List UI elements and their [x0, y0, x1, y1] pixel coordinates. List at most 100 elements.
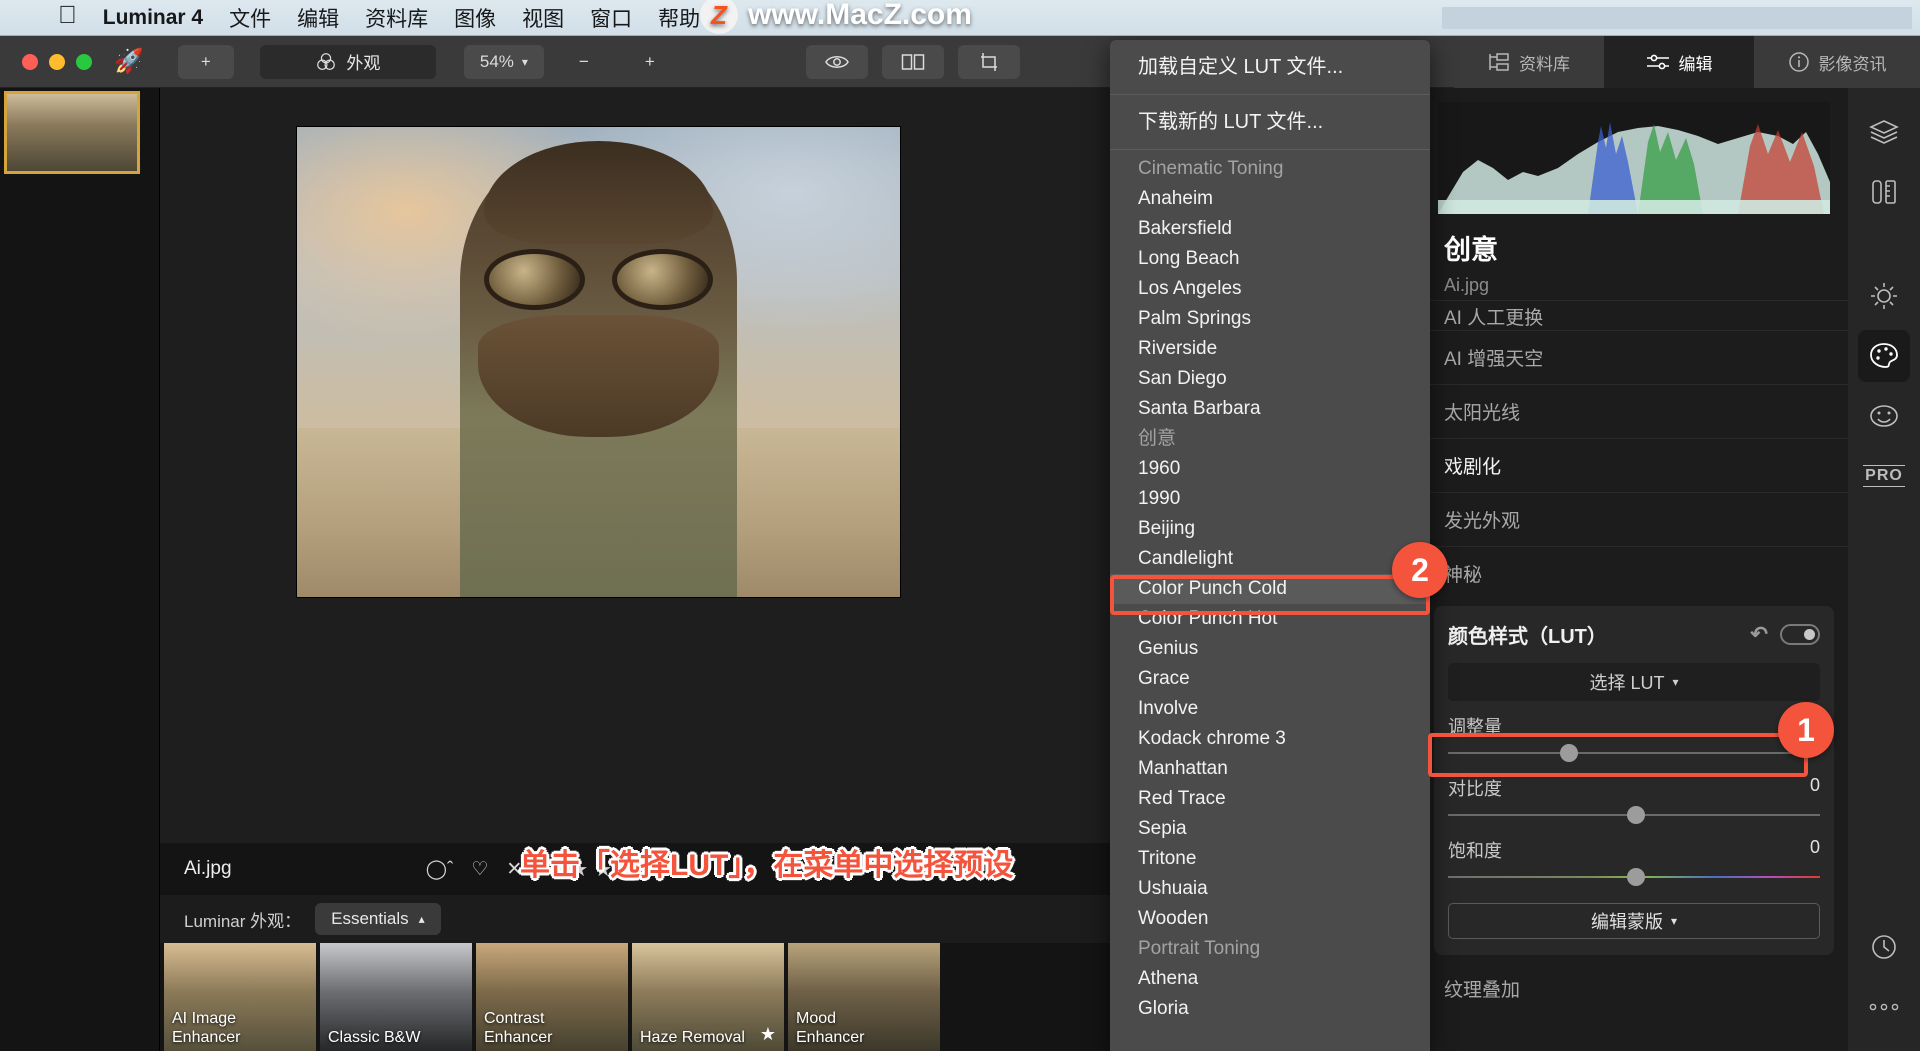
accordion-dramatic[interactable]: 戏剧化 — [1420, 438, 1848, 492]
edit-mask-button[interactable]: 编辑蒙版 ▾ — [1448, 903, 1820, 939]
menu-item-library[interactable]: 资料库 — [365, 3, 428, 33]
lut-menu-item[interactable]: Santa Barbara — [1110, 394, 1430, 424]
undo-icon[interactable]: ↶ — [1750, 622, 1768, 647]
lut-menu-item[interactable]: Red Trace — [1110, 784, 1430, 814]
menu-item-load-custom-lut[interactable]: 加载自定义 LUT 文件... — [1110, 44, 1430, 90]
lut-dropdown-menu[interactable]: 加载自定义 LUT 文件... 下载新的 LUT 文件... Cinematic… — [1110, 40, 1430, 1051]
lut-menu-item[interactable]: Kodack chrome 3 — [1110, 724, 1430, 754]
goggle-lens-left — [483, 249, 585, 311]
lut-menu-item[interactable]: 1960 — [1110, 454, 1430, 484]
accordion-ai-replace[interactable]: AI 人工更换 — [1420, 300, 1848, 330]
menu-separator — [1110, 149, 1430, 150]
lut-menu-item[interactable]: Gloria — [1110, 994, 1430, 1024]
lut-menu-item[interactable]: Grace — [1110, 664, 1430, 694]
lut-menu-item[interactable]: Beijing — [1110, 514, 1430, 544]
layers-icon[interactable] — [1858, 106, 1910, 158]
lut-menu-item[interactable]: Anaheim — [1110, 184, 1430, 214]
lut-menu-item[interactable]: Involve — [1110, 694, 1430, 724]
rocket-icon[interactable]: 🚀 — [114, 47, 144, 76]
crop-icon — [980, 52, 997, 71]
zoom-out-button[interactable]: − — [558, 45, 610, 79]
looks-toggle-button[interactable]: 外观 — [259, 44, 436, 79]
menu-item-download-lut[interactable]: 下载新的 LUT 文件... — [1110, 99, 1430, 145]
lut-menu-item[interactable]: Los Angeles — [1110, 274, 1430, 304]
maximize-window-button[interactable] — [76, 53, 92, 70]
tab-edit-label: 编辑 — [1678, 54, 1713, 74]
lut-menu-item[interactable]: Palm Springs — [1110, 304, 1430, 334]
preset-contrast-enhancer[interactable]: Contrast Enhancer — [476, 943, 628, 1051]
menu-item-image[interactable]: 图像 — [454, 3, 496, 33]
accordion-texture-overlay[interactable]: 纹理叠加 — [1420, 955, 1848, 1002]
pro-label: PRO — [1863, 465, 1905, 487]
menu-item-view[interactable]: 视图 — [522, 3, 564, 33]
compare-view-button[interactable] — [881, 44, 944, 79]
histogram[interactable] — [1438, 102, 1830, 214]
preview-eye-button[interactable] — [805, 44, 868, 79]
slider-saturation-knob[interactable] — [1626, 868, 1645, 886]
history-clock-icon[interactable] — [1858, 921, 1910, 973]
looks-collection-dropdown[interactable]: Essentials ▴ — [315, 903, 441, 935]
lut-menu-item[interactable]: San Diego — [1110, 364, 1430, 394]
preset-mood-enhancer[interactable]: Mood Enhancer — [788, 943, 940, 1051]
reject-circle-icon[interactable]: ◯ˆ — [426, 858, 454, 881]
panel-title: 创意 — [1444, 235, 1498, 265]
main-photo[interactable] — [297, 127, 900, 597]
lut-menu-item[interactable]: Wooden — [1110, 904, 1430, 934]
slider-contrast-label: 对比度 — [1448, 779, 1502, 799]
menu-item-window[interactable]: 窗口 — [590, 3, 632, 33]
more-dots-icon[interactable] — [1858, 981, 1910, 1033]
essentials-sun-icon[interactable] — [1858, 270, 1910, 322]
filmstrip-thumbnail-selected[interactable] — [4, 91, 140, 174]
lut-menu-item[interactable]: Athena — [1110, 964, 1430, 994]
tab-library[interactable]: 资料库 — [1454, 36, 1604, 88]
menu-item-edit[interactable]: 编辑 — [297, 3, 339, 33]
apple-logo-icon[interactable]:  — [58, 3, 77, 28]
slider-saturation-track[interactable] — [1448, 867, 1820, 887]
pro-icon[interactable]: PRO — [1858, 450, 1910, 502]
select-lut-dropdown[interactable]: 选择 LUT ▾ — [1448, 663, 1820, 701]
filmstrip-sidebar[interactable] — [0, 88, 160, 1051]
slider-contrast[interactable]: 对比度 0 — [1448, 775, 1820, 825]
lut-menu-item[interactable]: Long Beach — [1110, 244, 1430, 274]
preset-classic-bw[interactable]: Classic B&W — [320, 943, 472, 1051]
lut-menu-item[interactable]: Candlelight — [1110, 544, 1430, 574]
slider-saturation-label: 饱和度 — [1448, 841, 1502, 861]
tools-icon[interactable] — [1858, 166, 1910, 218]
slider-contrast-knob[interactable] — [1626, 806, 1645, 824]
accordion-label: 戏剧化 — [1444, 457, 1502, 478]
lut-menu-item[interactable]: Bakersfield — [1110, 214, 1430, 244]
preset-label: Contrast Enhancer — [484, 1010, 553, 1046]
preset-haze-removal[interactable]: Haze Removal ★ — [632, 943, 784, 1051]
menu-app-name[interactable]: Luminar 4 — [103, 6, 203, 30]
accordion-ai-sky-enhancer[interactable]: AI 增强天空 — [1420, 330, 1848, 384]
menu-item-file[interactable]: 文件 — [229, 3, 271, 33]
slider-saturation[interactable]: 饱和度 0 — [1448, 837, 1820, 887]
accordion-mystical[interactable]: 神秘 — [1420, 546, 1848, 600]
preset-ai-image-enhancer[interactable]: AI Image Enhancer — [164, 943, 316, 1051]
crop-button[interactable] — [957, 44, 1020, 79]
lut-menu-item[interactable]: Riverside — [1110, 334, 1430, 364]
creative-palette-icon[interactable] — [1858, 330, 1910, 382]
tab-edit[interactable]: 编辑 — [1604, 36, 1754, 88]
add-image-button[interactable]: + — [177, 44, 234, 79]
lut-enable-toggle[interactable] — [1780, 624, 1820, 645]
lut-menu-item[interactable]: Tritone — [1110, 844, 1430, 874]
zoom-level-dropdown[interactable]: 54% ▾ — [463, 44, 544, 79]
zoom-in-button[interactable]: + — [624, 45, 676, 79]
looks-circles-icon — [317, 52, 336, 70]
lut-menu-item[interactable]: Manhattan — [1110, 754, 1430, 784]
favorite-heart-icon[interactable]: ♡ — [471, 858, 488, 881]
portrait-face-icon[interactable] — [1858, 390, 1910, 442]
close-window-button[interactable] — [22, 53, 38, 70]
preset-favorite-star-icon[interactable]: ★ — [760, 1024, 776, 1045]
menu-item-help[interactable]: 帮助 — [658, 3, 700, 33]
lut-menu-item[interactable]: 1990 — [1110, 484, 1430, 514]
tab-image-info[interactable]: 影像资讯 — [1754, 36, 1920, 88]
accordion-glow[interactable]: 发光外观 — [1420, 492, 1848, 546]
accordion-sunrays[interactable]: 太阳光线 — [1420, 384, 1848, 438]
lut-menu-item[interactable]: Ushuaia — [1110, 874, 1430, 904]
lut-menu-item[interactable]: Sepia — [1110, 814, 1430, 844]
slider-contrast-track[interactable] — [1448, 805, 1820, 825]
lut-menu-item[interactable]: Genius — [1110, 634, 1430, 664]
minimize-window-button[interactable] — [49, 53, 65, 70]
